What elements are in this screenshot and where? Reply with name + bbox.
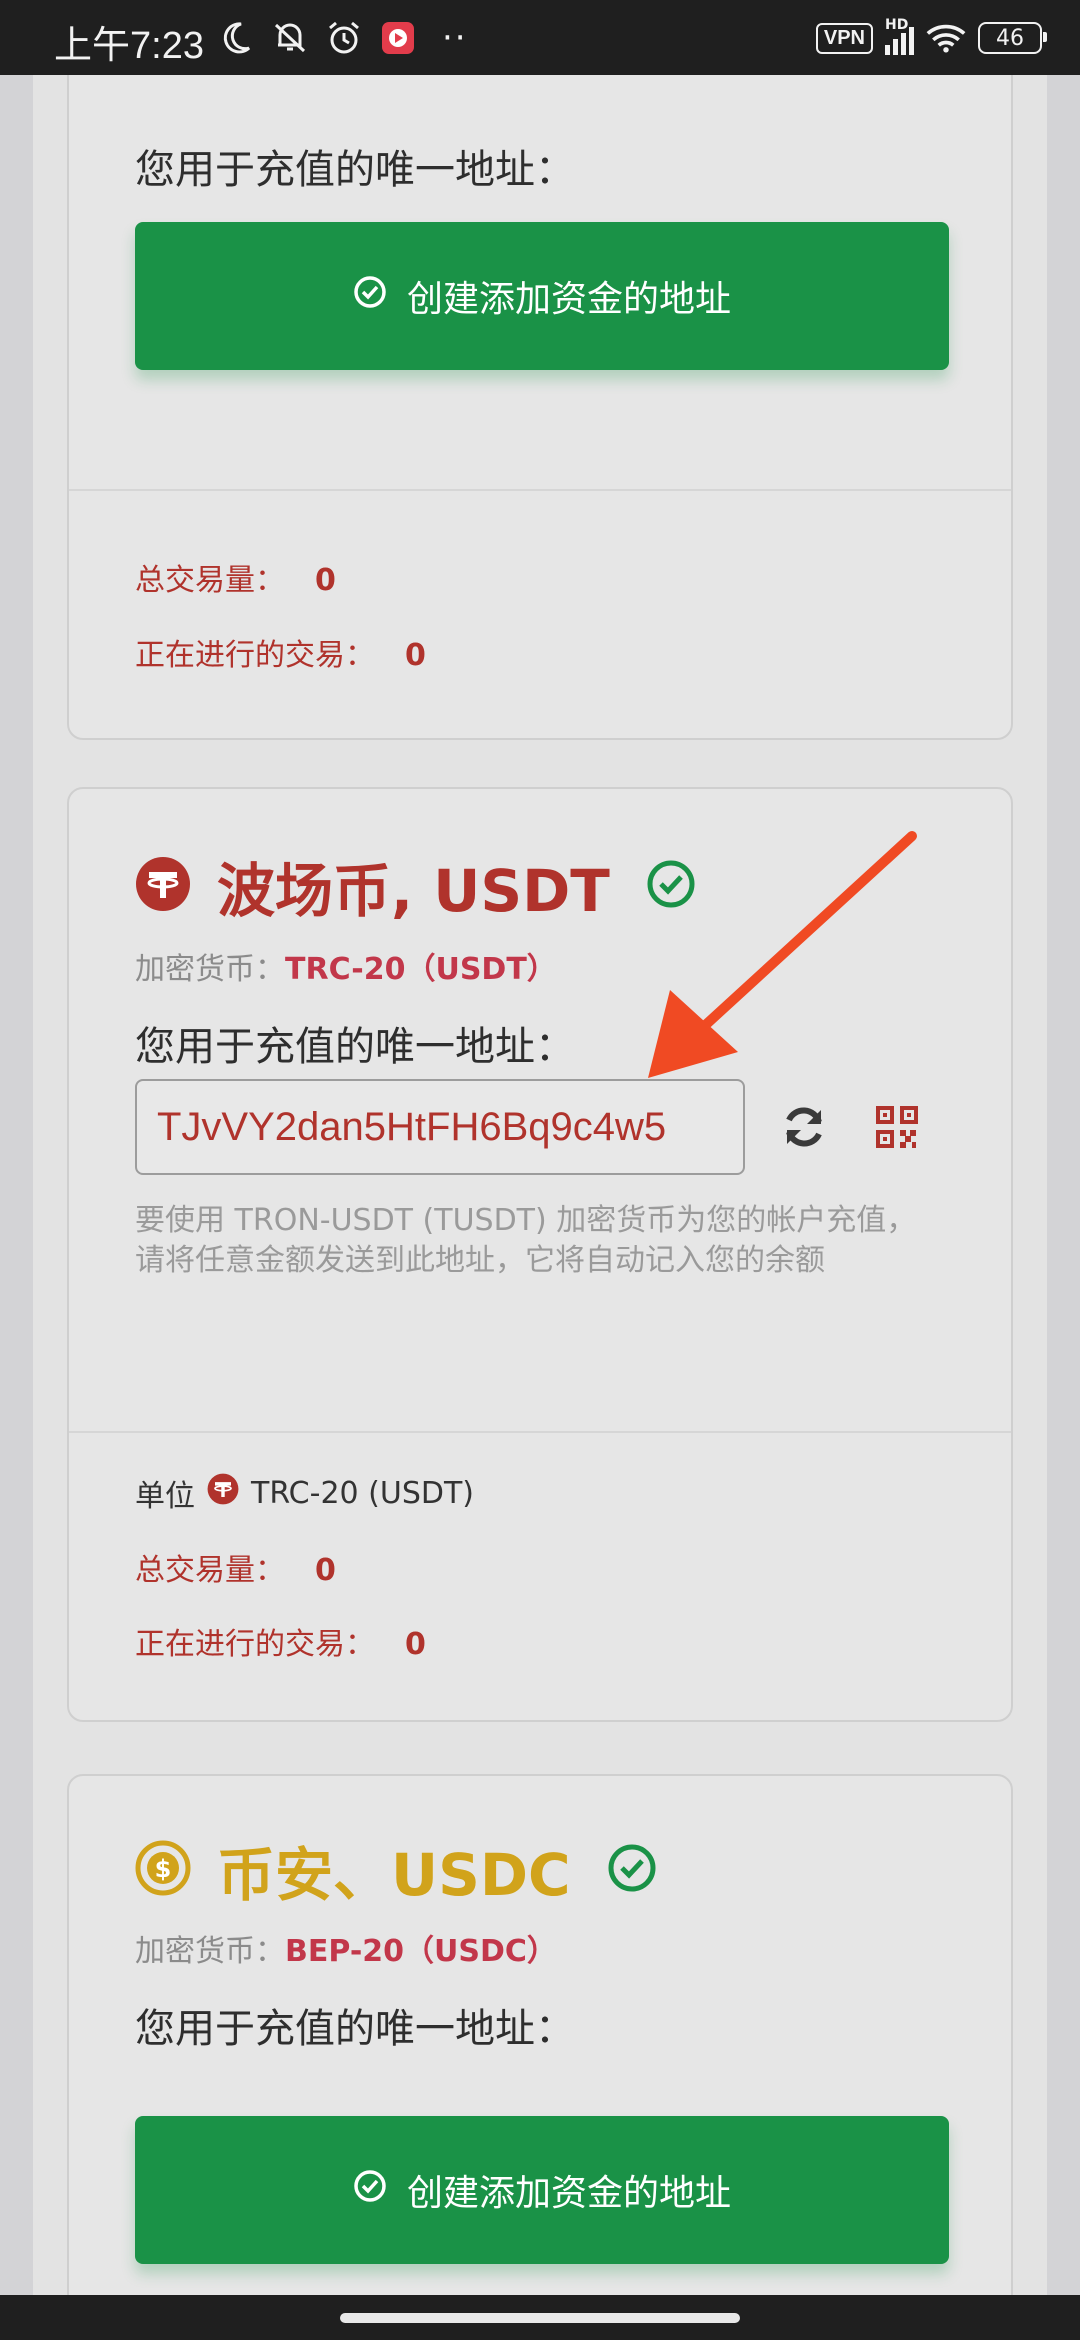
usdc-coin-icon: $ <box>135 1840 191 1900</box>
svg-text:$: $ <box>155 1855 172 1883</box>
crypto-type-usdc: 加密货币：BEP-20（USDC） <box>135 1926 557 1970</box>
unique-address-label: 您用于充值的唯一地址： <box>135 1024 575 1070</box>
verified-check-icon <box>646 859 696 913</box>
ongoing-transactions: 正在进行的交易： 0 <box>135 630 426 674</box>
status-time: 上午7:23 <box>54 25 204 67</box>
refresh-address-button[interactable] <box>774 1097 834 1157</box>
create-address-button[interactable]: 创建添加资金的地址 <box>135 2116 949 2264</box>
card-divider <box>69 489 1011 491</box>
home-gesture-handle[interactable] <box>340 2313 740 2323</box>
ongoing-transactions-value: 0 <box>405 638 426 673</box>
create-address-label: 创建添加资金的地址 <box>406 279 731 320</box>
ongoing-transactions-label: 正在进行的交易： <box>135 638 375 673</box>
coin-title-usdc: $ 币安、USDC <box>135 1828 657 1912</box>
qr-code-icon <box>876 1106 918 1148</box>
unique-address-label: 您用于充值的唯一地址： <box>135 147 575 193</box>
total-transactions-label: 总交易量： <box>135 563 285 598</box>
crypto-type-usdt: 加密货币：TRC-20（USDT） <box>135 944 557 988</box>
unique-address-label: 您用于充值的唯一地址： <box>135 2006 575 2052</box>
more-notifications: ·· <box>442 18 468 58</box>
status-bar: 上午7:23 ·· VPN HD 46 <box>0 0 1080 75</box>
unit-value: TRC-20 (USDT) <box>251 1475 474 1511</box>
coin-name-usdt: 波场币, USDT <box>217 857 610 925</box>
hd-label: HD <box>885 17 909 33</box>
wifi-icon <box>926 18 966 58</box>
crypto-card-usdc: $ 币安、USDC 加密货币：BEP-20（USDC） 您用于充值的唯一地址： … <box>67 1774 1013 2295</box>
vpn-indicator: VPN <box>815 22 873 54</box>
ongoing-transactions-label: 正在进行的交易： <box>135 1627 375 1662</box>
check-circle-icon <box>353 275 387 318</box>
signal-icon: HD <box>885 17 914 55</box>
crypto-card-top: 您用于充值的唯一地址： 创建添加资金的地址 总交易量： 0 正在进行的交易： 0 <box>67 75 1013 740</box>
create-address-button[interactable]: 创建添加资金的地址 <box>135 222 949 370</box>
total-transactions-label: 总交易量： <box>135 1553 285 1588</box>
card-divider <box>69 1431 1011 1433</box>
check-circle-icon <box>353 2169 387 2212</box>
nav-bar <box>0 2295 1080 2340</box>
app-notification-icon <box>378 18 418 58</box>
alarm-icon <box>324 18 364 58</box>
status-icons-right: VPN HD 46 <box>815 17 1047 58</box>
tether-small-icon <box>207 1473 239 1513</box>
crypto-card-usdt: 波场币, USDT 加密货币：TRC-20（USDT） 您用于充值的唯一地址： … <box>67 787 1013 1722</box>
deposit-instructions: 要使用 TRON-USDT (TUSDT) 加密货币为您的帐户充值，请将任意金额… <box>135 1203 917 1278</box>
wallet-page: 您用于充值的唯一地址： 创建添加资金的地址 总交易量： 0 正在进行的交易： 0 波… <box>33 75 1047 2295</box>
total-transactions-value: 0 <box>315 563 336 598</box>
mute-icon <box>270 18 310 58</box>
coin-name-usdc: 币安、USDC <box>217 1841 571 1909</box>
crypto-type-value: TRC-20（USDT） <box>285 952 557 987</box>
qr-code-button[interactable] <box>867 1097 927 1157</box>
ongoing-transactions-value: 0 <box>405 1627 426 1662</box>
tether-icon <box>135 856 191 916</box>
unit-line: 单位 TRC-20 (USDT) <box>135 1471 474 1515</box>
coin-title-usdt: 波场币, USDT <box>135 844 696 928</box>
deposit-address-field[interactable]: TJvVY2dan5HtFH6Bq9c4w5 <box>135 1079 745 1175</box>
unit-label: 单位 <box>135 1479 195 1514</box>
crypto-type-label: 加密货币： <box>135 952 285 987</box>
total-transactions: 总交易量： 0 <box>135 555 336 599</box>
moon-icon <box>216 18 256 58</box>
ongoing-transactions: 正在进行的交易： 0 <box>135 1619 426 1663</box>
total-transactions-value: 0 <box>315 1553 336 1588</box>
verified-check-icon <box>607 1843 657 1897</box>
create-address-label: 创建添加资金的地址 <box>406 2173 731 2214</box>
crypto-type-value: BEP-20（USDC） <box>285 1934 557 1969</box>
crypto-type-label: 加密货币： <box>135 1934 285 1969</box>
total-transactions: 总交易量： 0 <box>135 1545 336 1589</box>
deposit-address-value: TJvVY2dan5HtFH6Bq9c4w5 <box>157 1104 667 1149</box>
refresh-icon <box>786 1107 822 1147</box>
battery-indicator: 46 <box>978 22 1047 54</box>
status-icons-left: ·· <box>216 18 468 58</box>
